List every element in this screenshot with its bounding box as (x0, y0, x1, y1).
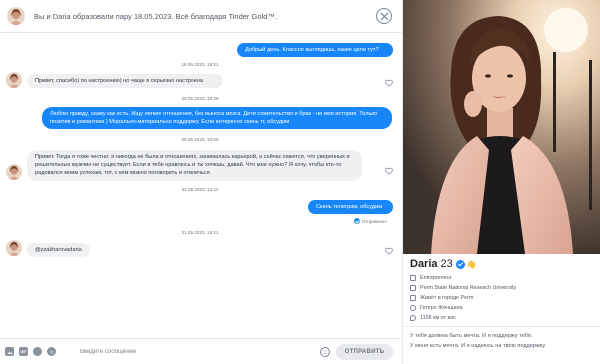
delivery-status: Отправлено (354, 218, 387, 224)
sender-avatar[interactable] (6, 72, 22, 88)
profile-bio-line: У меня есть мечта. И я надеюсь на твою п… (410, 343, 547, 349)
profile-job-text: Entrepreneur (420, 275, 452, 281)
profile-name: Daria (410, 258, 438, 270)
message-composer: GIF ОТПРАВИТЬ (0, 338, 402, 364)
profile-distance: 1156 км от вас (410, 315, 456, 321)
chat-panel: Вы и Daria образовали пару 18.05.2023. В… (0, 0, 402, 364)
message-incoming: Привет. Тогда я тоже честно: я никогда н… (27, 150, 362, 181)
gender-icon (410, 305, 416, 311)
profile-city-text: Живёт в городе Perm (420, 295, 474, 301)
home-icon (410, 295, 416, 301)
heart-icon[interactable] (385, 247, 393, 255)
profile-panel: Daria 23 👋 Entrepreneur Perm State Natio… (402, 0, 600, 364)
close-icon (380, 12, 388, 20)
match-info-text: Вы и Daria образовали пару 18.05.2023. В… (34, 11, 277, 21)
message-list: Добрый день. Классно выглядишь, какие це… (0, 34, 402, 338)
sender-avatar[interactable] (6, 240, 22, 256)
gif-icon[interactable]: GIF (19, 347, 28, 356)
message-outgoing: Люблю правду, скажу как есть. Ищу легкие… (42, 107, 392, 130)
heart-icon[interactable] (385, 79, 393, 87)
message-timestamp: 29.05.2023, 19:39 (181, 96, 219, 101)
smiley-icon[interactable] (320, 346, 330, 357)
profile-orientation: Гетеро Женщина (410, 305, 463, 311)
message-timestamp: 18.05.2023, 18:21 (181, 62, 219, 67)
close-chat-button[interactable] (376, 8, 392, 24)
message-timestamp: 31.05.2023, 15:21 (181, 230, 219, 235)
message-outgoing: Скинь телеграм, обсудим (308, 200, 393, 215)
emoji-icon[interactable] (47, 347, 56, 356)
photo-icon[interactable] (5, 347, 14, 356)
match-avatar[interactable] (7, 7, 25, 25)
wave-icon: 👋 (466, 259, 477, 269)
bio-divider (403, 326, 600, 327)
message-timestamp: 29.05.2023, 10:06 (181, 137, 219, 142)
profile-photo[interactable] (403, 0, 600, 254)
message-incoming: Привет, спасибо) по настроению) но чаще … (27, 74, 223, 89)
verified-badge-icon (455, 259, 465, 269)
message-incoming: @zzakharovadaria (27, 243, 90, 258)
profile-school: Perm State National Reseach University (410, 285, 516, 291)
location-icon (410, 315, 416, 321)
profile-orientation-text: Гетеро Женщина (420, 305, 463, 311)
profile-bio-line: У тебя должна быть мечта. И я поддержу т… (410, 333, 533, 339)
sender-avatar[interactable] (6, 164, 22, 180)
send-button[interactable]: ОТПРАВИТЬ (336, 343, 393, 360)
chat-header: Вы и Daria образовали пару 18.05.2023. В… (0, 0, 402, 33)
message-outgoing: Добрый день. Классно выглядишь, какие це… (237, 43, 393, 58)
profile-photo-image (403, 0, 600, 254)
school-icon (410, 285, 416, 291)
delivery-status-label: Отправлено (362, 218, 387, 224)
profile-age: 23 (440, 258, 453, 270)
profile-school-text: Perm State National Reseach University (420, 285, 517, 291)
profile-city: Живёт в городе Perm (410, 295, 473, 301)
profile-distance-text: 1156 км от вас (420, 315, 456, 321)
profile-name-row: Daria 23 👋 (410, 258, 477, 270)
message-timestamp: 31.05.2023, 12:11 (181, 187, 219, 192)
heart-icon[interactable] (385, 167, 393, 175)
sticker-icon[interactable] (33, 347, 42, 356)
sent-check-icon (354, 218, 360, 224)
message-input[interactable] (80, 348, 305, 355)
profile-job: Entrepreneur (410, 275, 451, 281)
work-icon (410, 275, 416, 281)
